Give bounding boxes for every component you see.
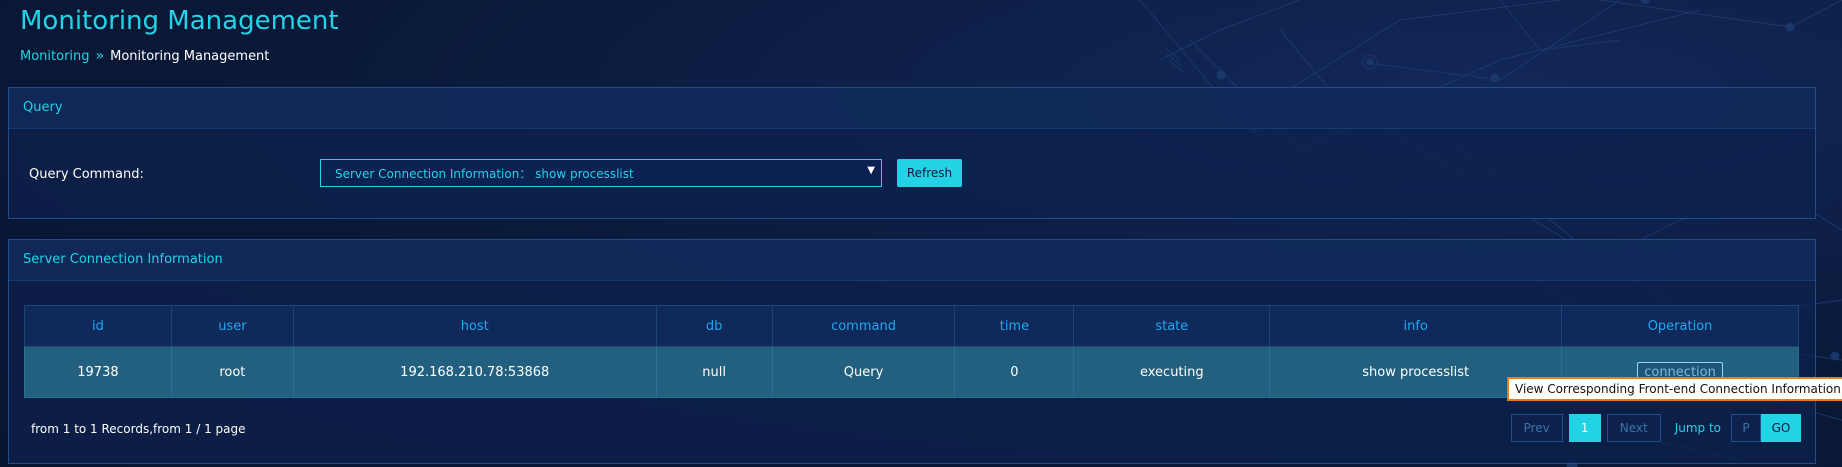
dropdown-arrow-icon: ▼ bbox=[867, 165, 875, 176]
page-number-input[interactable]: P bbox=[1731, 414, 1761, 442]
query-command-select-value: Server Connection Information： show proc… bbox=[335, 166, 634, 181]
cell-db: null bbox=[655, 346, 773, 398]
jump-to-label: Jump to bbox=[1674, 421, 1721, 435]
column-header-db[interactable]: db bbox=[655, 305, 773, 347]
cell-host: 192.168.210.78:53868 bbox=[292, 346, 657, 398]
connection-tooltip: View Corresponding Front-end Connection … bbox=[1507, 377, 1842, 401]
cell-id: 19738 bbox=[24, 346, 172, 398]
breadcrumb-link-monitoring[interactable]: Monitoring bbox=[20, 49, 90, 64]
column-header-host[interactable]: host bbox=[292, 305, 657, 347]
column-header-time[interactable]: time bbox=[954, 305, 1075, 347]
server-connection-panel: Server Connection Information id user ho… bbox=[8, 239, 1816, 464]
prev-page-button[interactable]: Prev bbox=[1510, 414, 1563, 442]
breadcrumb-separator-icon: » bbox=[95, 48, 105, 64]
pagination: Prev 1 Next Jump to P GO bbox=[1510, 414, 1801, 442]
column-header-operation: Operation bbox=[1561, 305, 1799, 347]
query-row: Query Command: Server Connection Informa… bbox=[9, 129, 1815, 219]
records-summary: from 1 to 1 Records,from 1 / 1 page bbox=[31, 422, 246, 436]
page-title: Monitoring Management bbox=[20, 6, 339, 36]
cell-command: Query bbox=[771, 346, 956, 398]
cell-state: executing bbox=[1073, 346, 1271, 398]
table-header-row: id user host db command time state info … bbox=[24, 305, 1799, 347]
column-header-user[interactable]: user bbox=[170, 305, 294, 347]
breadcrumb-current: Monitoring Management bbox=[110, 48, 270, 64]
column-header-id[interactable]: id bbox=[24, 305, 172, 347]
breadcrumb: Monitoring » Monitoring Management bbox=[20, 48, 269, 64]
server-connection-panel-title: Server Connection Information bbox=[9, 240, 1815, 281]
column-header-state[interactable]: state bbox=[1073, 305, 1271, 347]
cell-user: root bbox=[170, 346, 294, 398]
go-button[interactable]: GO bbox=[1761, 414, 1801, 442]
query-command-label: Query Command: bbox=[29, 167, 144, 182]
column-header-info[interactable]: info bbox=[1269, 305, 1563, 347]
page-1-button[interactable]: 1 bbox=[1568, 414, 1601, 442]
next-page-button[interactable]: Next bbox=[1606, 414, 1661, 442]
query-command-select[interactable]: Server Connection Information： show proc… bbox=[320, 159, 882, 187]
query-panel-title: Query bbox=[9, 88, 1815, 129]
page: Monitoring Management Monitoring » Monit… bbox=[0, 0, 1842, 467]
column-header-command[interactable]: command bbox=[771, 305, 956, 347]
refresh-button[interactable]: Refresh bbox=[897, 159, 962, 187]
query-panel: Query Query Command: Server Connection I… bbox=[8, 87, 1816, 219]
cell-time: 0 bbox=[954, 346, 1075, 398]
